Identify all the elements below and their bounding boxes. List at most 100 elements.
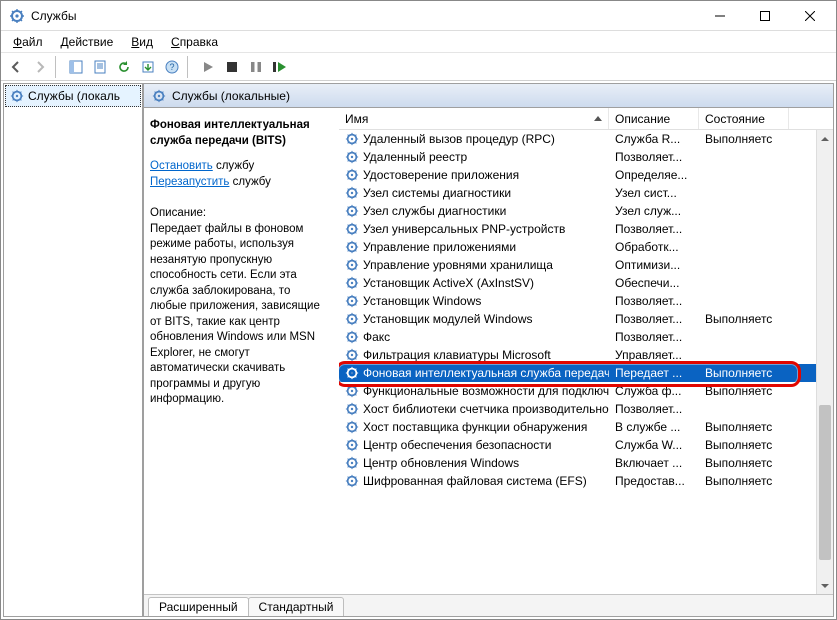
service-desc-cell: Передает ...	[609, 365, 699, 381]
service-name-cell: Установщик модулей Windows	[339, 311, 609, 327]
menu-help[interactable]: Справка	[163, 33, 226, 51]
service-status-cell	[699, 210, 789, 212]
column-status[interactable]: Состояние	[699, 108, 789, 129]
service-desc-cell: Служба ф...	[609, 383, 699, 399]
scroll-thumb[interactable]	[819, 405, 831, 560]
toolbar: ?	[1, 53, 836, 81]
service-status-cell: Выполняетс	[699, 311, 789, 327]
service-desc-cell: Позволяет...	[609, 221, 699, 237]
nav-back-button[interactable]	[5, 56, 27, 78]
restart-service-link[interactable]: Перезапустить	[150, 176, 229, 188]
menu-view[interactable]: Вид	[123, 33, 161, 51]
selected-service-name: Фоновая интеллектуальная служба передачи…	[150, 118, 329, 149]
service-desc-cell: Позволяет...	[609, 401, 699, 417]
service-row[interactable]: ФаксПозволяет...	[339, 328, 833, 346]
stop-service-button[interactable]	[221, 56, 243, 78]
service-name-cell: Управление приложениями	[339, 239, 609, 255]
service-name-cell: Управление уровнями хранилища	[339, 257, 609, 273]
tab-standard[interactable]: Стандартный	[248, 597, 345, 617]
tree-root-services[interactable]: Службы (локаль	[5, 85, 141, 107]
details-panel: Службы (локальные) Фоновая интеллектуаль…	[143, 83, 834, 617]
stop-service-link[interactable]: Остановить	[150, 160, 213, 172]
properties-button[interactable]	[89, 56, 111, 78]
service-name-cell: Шифрованная файловая система (EFS)	[339, 473, 609, 489]
service-row[interactable]: Шифрованная файловая система (EFS)Предос…	[339, 472, 833, 490]
service-row[interactable]: Установщик модулей WindowsПозволяет...Вы…	[339, 310, 833, 328]
service-name-cell: Удаленный реестр	[339, 149, 609, 165]
service-name-cell: Центр обеспечения безопасности	[339, 437, 609, 453]
minimize-button[interactable]	[697, 1, 742, 30]
service-row[interactable]: Узел службы диагностикиУзел служ...	[339, 202, 833, 220]
start-service-button[interactable]	[197, 56, 219, 78]
title-bar: Службы	[1, 1, 836, 31]
nav-forward-button[interactable]	[29, 56, 51, 78]
svg-text:?: ?	[169, 62, 174, 72]
service-desc-cell: Позволяет...	[609, 293, 699, 309]
service-desc-cell: Служба W...	[609, 437, 699, 453]
service-desc-cell: Позволяет...	[609, 149, 699, 165]
service-row[interactable]: Удаленный реестрПозволяет...	[339, 148, 833, 166]
close-button[interactable]	[787, 1, 832, 30]
service-desc-cell: Обработк...	[609, 239, 699, 255]
services-list[interactable]: Имя Описание Состояние Удаленный вызов п…	[339, 108, 833, 594]
service-status-cell: Выполняетс	[699, 473, 789, 489]
service-row[interactable]: Узел универсальных PNP-устройствПозволяе…	[339, 220, 833, 238]
service-row[interactable]: Центр обеспечения безопасностиСлужба W..…	[339, 436, 833, 454]
service-desc-cell: Узел сист...	[609, 185, 699, 201]
scroll-down-button[interactable]	[817, 577, 833, 594]
restart-service-button[interactable]	[269, 56, 291, 78]
service-status-cell: Выполняетс	[699, 419, 789, 435]
service-row[interactable]: Хост библиотеки счетчика производительно…	[339, 400, 833, 418]
service-desc-cell: Включает ...	[609, 455, 699, 471]
service-row[interactable]: Хост поставщика функции обнаруженияВ слу…	[339, 418, 833, 436]
view-tabs: Расширенный Стандартный	[144, 594, 833, 616]
service-desc-cell: Служба R...	[609, 131, 699, 147]
service-desc-cell: Обеспечи...	[609, 275, 699, 291]
column-headers[interactable]: Имя Описание Состояние	[339, 108, 833, 130]
service-desc-cell: Управляет...	[609, 347, 699, 363]
maximize-button[interactable]	[742, 1, 787, 30]
service-row[interactable]: Удаленный вызов процедур (RPC)Служба R..…	[339, 130, 833, 148]
column-name[interactable]: Имя	[339, 108, 609, 129]
service-row[interactable]: Управление приложениямиОбработк...	[339, 238, 833, 256]
service-row[interactable]: Функциональные возможности для подключе.…	[339, 382, 833, 400]
service-status-cell	[699, 264, 789, 266]
menu-action[interactable]: Действие	[53, 33, 122, 51]
pause-service-button[interactable]	[245, 56, 267, 78]
export-button[interactable]	[137, 56, 159, 78]
service-name-cell: Установщик ActiveX (AxInstSV)	[339, 275, 609, 291]
service-status-cell	[699, 156, 789, 158]
column-description[interactable]: Описание	[609, 108, 699, 129]
scroll-up-button[interactable]	[817, 130, 833, 147]
vertical-scrollbar[interactable]	[816, 130, 833, 594]
menu-bar: Файл Действие Вид Справка	[1, 31, 836, 53]
service-status-cell: Выполняетс	[699, 365, 789, 381]
service-row[interactable]: Удостоверение приложенияОпределяе...	[339, 166, 833, 184]
service-status-cell	[699, 354, 789, 356]
service-row[interactable]: Фильтрация клавиатуры MicrosoftУправляет…	[339, 346, 833, 364]
service-desc-cell: Предостав...	[609, 473, 699, 489]
service-name-cell: Фоновая интеллектуальная служба передачи…	[339, 365, 609, 381]
menu-file[interactable]: Файл	[5, 33, 51, 51]
show-hide-tree-button[interactable]	[65, 56, 87, 78]
help-button[interactable]: ?	[161, 56, 183, 78]
service-status-cell: Выполняетс	[699, 383, 789, 399]
console-tree[interactable]: Службы (локаль	[3, 83, 143, 617]
service-name-cell: Узел универсальных PNP-устройств	[339, 221, 609, 237]
description-text: Передает файлы в фоновом режиме работы, …	[150, 222, 329, 408]
service-desc-cell: Узел служ...	[609, 203, 699, 219]
service-row[interactable]: Управление уровнями хранилищаОптимизи...	[339, 256, 833, 274]
service-row[interactable]: Центр обновления WindowsВключает ...Выпо…	[339, 454, 833, 472]
refresh-button[interactable]	[113, 56, 135, 78]
description-label: Описание:	[150, 206, 329, 222]
tab-extended[interactable]: Расширенный	[148, 597, 249, 617]
service-name-cell: Удостоверение приложения	[339, 167, 609, 183]
service-status-cell	[699, 300, 789, 302]
service-row[interactable]: Установщик ActiveX (AxInstSV)Обеспечи...	[339, 274, 833, 292]
service-row[interactable]: Установщик WindowsПозволяет...	[339, 292, 833, 310]
service-desc-cell: Позволяет...	[609, 329, 699, 345]
service-status-cell	[699, 282, 789, 284]
service-row[interactable]: Фоновая интеллектуальная служба передачи…	[339, 364, 833, 382]
service-row[interactable]: Узел системы диагностикиУзел сист...	[339, 184, 833, 202]
service-status-cell	[699, 408, 789, 410]
